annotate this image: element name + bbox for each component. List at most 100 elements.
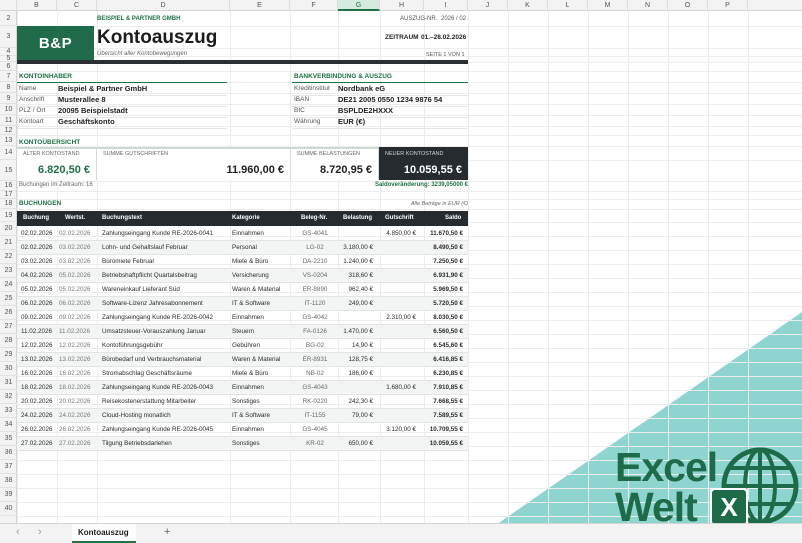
column-header-i[interactable]: I <box>424 0 468 11</box>
cell-debit: 962,40 € <box>348 286 373 293</box>
row-header-25[interactable]: 25 <box>0 292 17 306</box>
row-header-15[interactable]: 15 <box>0 160 17 181</box>
table-row[interactable]: 04.02.2026 05.02.2026 Betriebshaftpflicht … <box>17 269 468 283</box>
column-header-o[interactable]: O <box>668 0 708 11</box>
row-header-12[interactable]: 12 <box>0 126 17 135</box>
cell-value-date: 20.02.2026 <box>59 398 91 405</box>
column-header-b[interactable]: B <box>17 0 57 11</box>
grid-row-line <box>17 71 802 72</box>
table-row[interactable]: 03.02.2026 03.02.2026 Büromiete Februar Mie… <box>17 255 468 269</box>
column-header-k[interactable]: K <box>508 0 548 11</box>
row-header-2[interactable]: 2 <box>0 11 17 26</box>
row-header-38[interactable]: 38 <box>0 474 17 488</box>
column-title-saldo[interactable]: Saldo <box>445 211 461 226</box>
add-sheet-button[interactable]: + <box>164 526 170 538</box>
column-header-m[interactable]: M <box>588 0 628 11</box>
sheet-tab-kontoauszug[interactable]: Kontoauszug <box>72 524 136 543</box>
row-header-27[interactable]: 27 <box>0 320 17 334</box>
cell-receipt-no: IT-1120 <box>304 300 326 307</box>
table-row[interactable]: 24.02.2026 24.02.2026 Cloud-Hosting monatl… <box>17 409 468 423</box>
row-header-35[interactable]: 35 <box>0 432 17 446</box>
bank-field-value: DE21 2005 0550 1234 9876 54 <box>338 95 443 104</box>
cell-booking-date: 26.02.2026 <box>21 426 53 433</box>
row-header-10[interactable]: 10 <box>0 104 17 115</box>
row-header-39[interactable]: 39 <box>0 488 17 502</box>
table-row[interactable]: 06.02.2026 06.02.2026 Software-Lizenz Jahr… <box>17 297 468 311</box>
row-header-33[interactable]: 33 <box>0 404 17 418</box>
column-header-p[interactable]: P <box>708 0 748 11</box>
row-header-9[interactable]: 9 <box>0 93 17 104</box>
column-title-buchungstext[interactable]: Buchungstext <box>102 211 142 226</box>
column-title-kategorie[interactable]: Kategorie <box>232 211 260 226</box>
spreadsheet-window: BCDEFGHIJKLMNOP 2 3 4 5 6 7 8 9 10 11 12 13 14 15 16 17… <box>0 0 802 543</box>
table-row[interactable]: 20.02.2026 20.02.2026 Reisekostenerstattun… <box>17 395 468 409</box>
row-header-26[interactable]: 26 <box>0 306 17 320</box>
table-row[interactable]: 09.02.2026 09.02.2026 Zahlungseingang Kund… <box>17 311 468 325</box>
column-title-belastung[interactable]: Belastung <box>343 211 372 226</box>
column-title-gutschrift[interactable]: Gutschrift <box>385 211 414 226</box>
row-header-21[interactable]: 21 <box>0 236 17 250</box>
row-header-14[interactable]: 14 <box>0 146 17 160</box>
row-header-36[interactable]: 36 <box>0 446 17 460</box>
row-header-20[interactable]: 20 <box>0 222 17 236</box>
cell-balance: 7.589,55 € <box>433 412 463 419</box>
column-header-n[interactable]: N <box>628 0 668 11</box>
row-header-11[interactable]: 11 <box>0 115 17 126</box>
column-header-d[interactable]: D <box>97 0 230 11</box>
column-title-belegnr[interactable]: Beleg-Nr. <box>301 211 327 226</box>
cell-booking-text: Kontoführungsgebühr <box>102 342 163 349</box>
table-row[interactable]: 05.02.2026 05.02.2026 Wareneinkauf Liefera… <box>17 283 468 297</box>
select-all-corner[interactable] <box>0 0 17 11</box>
column-header-c[interactable]: C <box>57 0 97 11</box>
column-header-l[interactable]: L <box>548 0 588 11</box>
row-header-23[interactable]: 23 <box>0 264 17 278</box>
row-header-31[interactable]: 31 <box>0 376 17 390</box>
table-row[interactable]: 18.02.2026 18.02.2026 Zahlungseingang Kund… <box>17 381 468 395</box>
holder-field-value: Musterallee 8 <box>58 95 106 104</box>
table-row[interactable]: 16.02.2026 16.02.2026 Stromabschlag Geschä… <box>17 367 468 381</box>
table-row[interactable]: 12.02.2026 12.02.2026 Kontoführungsgebühr G… <box>17 339 468 353</box>
cell-receipt-no: GS-4045 <box>302 426 328 433</box>
column-title-buchung[interactable]: Buchung <box>23 211 49 226</box>
table-row[interactable]: 02.02.2026 02.02.2026 Zahlungseingang Kund… <box>17 227 468 241</box>
table-row[interactable]: 13.02.2026 13.02.2026 Bürobedarf und Verbr… <box>17 353 468 367</box>
row-header-3[interactable]: 3 <box>0 26 17 48</box>
bank-field-label: Kreditinstitut <box>294 85 330 92</box>
holder-field-label: Name <box>19 85 37 92</box>
next-sheet-icon[interactable]: › <box>38 526 42 538</box>
table-row[interactable]: 27.02.2026 27.02.2026 Tilgung Betriebsdarl… <box>17 437 468 451</box>
cell-debit: 128,75 € <box>348 356 373 363</box>
prev-sheet-icon[interactable]: ‹ <box>16 526 20 538</box>
row-header-7[interactable]: 7 <box>0 71 17 82</box>
cell-category: Waren & Material <box>232 286 281 293</box>
column-title-wertst[interactable]: Wertst. <box>65 211 85 226</box>
column-header-e[interactable]: E <box>230 0 290 11</box>
table-row[interactable]: 02.02.2026 03.02.2026 Lohn- und Gehaltslau… <box>17 241 468 255</box>
row-header-40[interactable]: 40 <box>0 502 17 516</box>
bank-field-label: IBAN <box>294 96 310 103</box>
cell-booking-date: 11.02.2026 <box>21 328 53 335</box>
column-header-g[interactable]: G <box>338 0 380 11</box>
row-header-24[interactable]: 24 <box>0 278 17 292</box>
column-header-h[interactable]: H <box>380 0 424 11</box>
bank-field-label: Währung <box>294 118 321 125</box>
column-header-j[interactable]: J <box>468 0 508 11</box>
row-header-37[interactable]: 37 <box>0 460 17 474</box>
row-header-18[interactable]: 18 <box>0 199 17 209</box>
row-header-28[interactable]: 28 <box>0 334 17 348</box>
row-header-30[interactable]: 30 <box>0 362 17 376</box>
row-header-32[interactable]: 32 <box>0 390 17 404</box>
row-header-29[interactable]: 29 <box>0 348 17 362</box>
row-header-6[interactable]: 6 <box>0 62 17 71</box>
row-header-16[interactable]: 16 <box>0 181 17 191</box>
row-header-17[interactable]: 17 <box>0 191 17 199</box>
table-row[interactable]: 26.02.2026 26.02.2026 Zahlungseingang Kund… <box>17 423 468 437</box>
row-header-13[interactable]: 13 <box>0 135 17 146</box>
table-row[interactable]: 11.02.2026 11.02.2026 Umsatzsteuer-Vorausz… <box>17 325 468 339</box>
column-header-f[interactable]: F <box>290 0 338 11</box>
row-header-8[interactable]: 8 <box>0 82 17 93</box>
cell-category: IT & Software <box>232 412 271 419</box>
row-header-22[interactable]: 22 <box>0 250 17 264</box>
row-header-34[interactable]: 34 <box>0 418 17 432</box>
row-header-19[interactable]: 19 <box>0 209 17 222</box>
